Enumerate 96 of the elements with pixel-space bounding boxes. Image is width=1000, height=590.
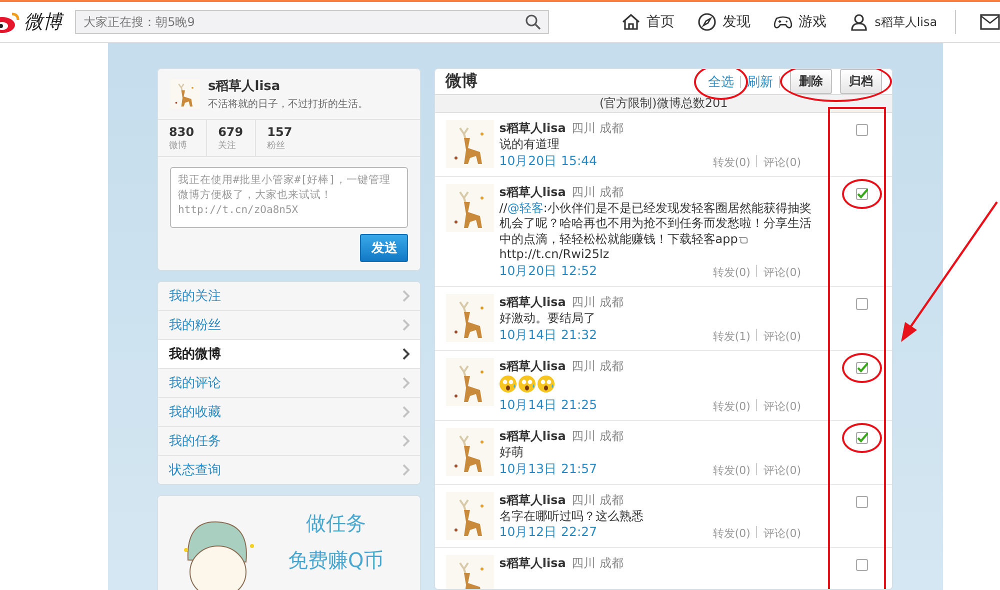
- author-name[interactable]: s稻草人lisa: [499, 184, 566, 199]
- post-time[interactable]: 10月20日 15:44: [499, 152, 598, 170]
- post-time[interactable]: 10月12日 22:27: [499, 524, 598, 542]
- location-text: 四川 成都: [572, 121, 624, 135]
- location-text: 四川 成都: [572, 294, 624, 309]
- post-time[interactable]: 10月13日 21:57: [499, 460, 598, 478]
- home-icon: [620, 12, 641, 32]
- emoji-icon: [499, 374, 518, 393]
- repost-link[interactable]: 转发(0): [712, 462, 750, 478]
- stat-value[interactable]: 830: [169, 125, 194, 139]
- post-text: 名字在哪听过吗？这么熟悉: [499, 508, 644, 524]
- action-link[interactable]: 全选: [708, 74, 734, 90]
- author-name[interactable]: s稻草人lisa: [499, 358, 566, 373]
- chevron-icon: [402, 377, 410, 389]
- stat-label: 关注: [218, 140, 238, 152]
- chevron-icon: [402, 435, 410, 447]
- checkbox[interactable]: [856, 496, 868, 508]
- post-text: 说的有道理: [499, 137, 560, 153]
- nav-link[interactable]: 游戏: [798, 13, 827, 31]
- menu-item[interactable]: 我的评论: [158, 369, 420, 398]
- search-icon[interactable]: [524, 14, 541, 30]
- stat-label: 粉丝: [267, 140, 286, 152]
- post-time[interactable]: 10月14日 21:32: [499, 326, 598, 344]
- repost-link[interactable]: 转发(0): [712, 264, 750, 280]
- compass-icon: [696, 12, 717, 32]
- action-button[interactable]: 删除: [790, 69, 832, 94]
- emoji-icon: [537, 374, 556, 393]
- avatar-icon: [446, 428, 494, 476]
- checkbox[interactable]: [856, 432, 868, 444]
- comment-link[interactable]: 评论(0): [763, 154, 801, 170]
- compose-field[interactable]: 我正在使用#批里小管家#[好棒]，一键管理微博方便极了，大家也来试试！http://t.cn/zOa8n5X: [170, 167, 408, 228]
- menu-item[interactable]: 我的收藏: [158, 398, 420, 427]
- avatar-icon: [446, 120, 494, 168]
- location-text: 四川 成都: [572, 184, 624, 199]
- chevron-icon: [402, 319, 410, 331]
- post-time[interactable]: 10月20日 12:52: [499, 262, 598, 280]
- repost-link[interactable]: 转发(0): [712, 399, 750, 414]
- logo-text: 微博: [24, 10, 62, 35]
- promo-text: 做任务: [306, 510, 366, 537]
- chevron-icon: [402, 290, 410, 302]
- comment-link[interactable]: 评论(0): [763, 399, 801, 414]
- nav-link[interactable]: 首页: [646, 13, 675, 31]
- comment-link[interactable]: 评论(0): [763, 328, 801, 344]
- stat-value[interactable]: 679: [218, 125, 244, 139]
- nav-link[interactable]: s稻草人lisa: [874, 14, 938, 30]
- location-text: 四川 成都: [572, 429, 624, 444]
- repost-link[interactable]: 转发(0): [712, 154, 750, 170]
- promo-text: 免费赚Q币: [288, 547, 384, 574]
- author-name[interactable]: s稻草人lisa: [499, 121, 566, 135]
- post-text: 好萌: [499, 445, 524, 461]
- search-field[interactable]: 大家正在搜：朝5晚9: [74, 10, 549, 34]
- nav-link[interactable]: 发现: [722, 13, 751, 31]
- stat-label: 微博: [169, 140, 188, 152]
- checkbox[interactable]: [856, 559, 868, 572]
- repost-link[interactable]: 转发(0): [712, 526, 750, 542]
- stat-value[interactable]: 157: [267, 125, 292, 139]
- mention-link[interactable]: @轻客: [507, 200, 544, 215]
- location-text: 四川 成都: [572, 556, 624, 570]
- user-icon: [848, 12, 869, 32]
- location-text: 四川 成都: [572, 358, 624, 373]
- comment-link[interactable]: 评论(0): [763, 462, 801, 478]
- checkbox[interactable]: [856, 298, 868, 310]
- profile-bio: 不活将就的日子，不过打折的生活。: [208, 98, 368, 111]
- mail-icon[interactable]: [980, 14, 1000, 30]
- chevron-icon: [402, 406, 410, 418]
- emoji-icon: [518, 374, 536, 393]
- post-text: 好激动。要结局了: [499, 310, 596, 327]
- avatar-icon: [446, 492, 494, 540]
- action-button[interactable]: 归档: [840, 69, 882, 94]
- profile-name[interactable]: s稻草人lisa: [208, 77, 368, 95]
- action-link[interactable]: 刷新: [747, 74, 773, 90]
- repost-link[interactable]: 转发(1): [712, 328, 750, 344]
- menu-item[interactable]: 状态查询: [158, 456, 420, 484]
- avatar-icon: [446, 358, 494, 406]
- comment-link[interactable]: 评论(0): [763, 264, 801, 280]
- post-time[interactable]: 10月14日 21:25: [499, 397, 598, 414]
- checkbox[interactable]: [856, 362, 868, 374]
- post-text: //@轻客:小伙伴们是不是已经发现发轻客圈居然能获得抽奖机会了呢？哈哈再也不用为抢不到任务而发愁啦！分享生活中的点滴，轻轻松松就能赚钱！下载轻客app http://t.cn/Rwi25lz: [499, 200, 812, 263]
- chevron-icon: [402, 348, 410, 360]
- feed-title: 微博: [445, 71, 478, 92]
- comment-link[interactable]: 评论(0): [763, 526, 801, 542]
- checkbox[interactable]: [856, 124, 868, 136]
- checkbox[interactable]: [856, 188, 868, 200]
- author-name[interactable]: s稻草人lisa: [499, 294, 566, 309]
- author-name[interactable]: s稻草人lisa: [499, 556, 566, 570]
- author-name[interactable]: s稻草人lisa: [499, 429, 566, 444]
- author-name[interactable]: s稻草人lisa: [499, 492, 566, 507]
- menu-item[interactable]: 我的微博: [158, 340, 420, 369]
- menu-item[interactable]: 我的任务: [158, 427, 420, 456]
- avatar-icon: [446, 294, 494, 342]
- avatar-icon: [446, 184, 494, 232]
- send-button[interactable]: 发送: [360, 234, 408, 262]
- chevron-icon: [402, 464, 410, 476]
- avatar-icon: [446, 555, 494, 589]
- location-text: 四川 成都: [572, 492, 624, 507]
- menu-item[interactable]: 我的关注: [158, 282, 420, 311]
